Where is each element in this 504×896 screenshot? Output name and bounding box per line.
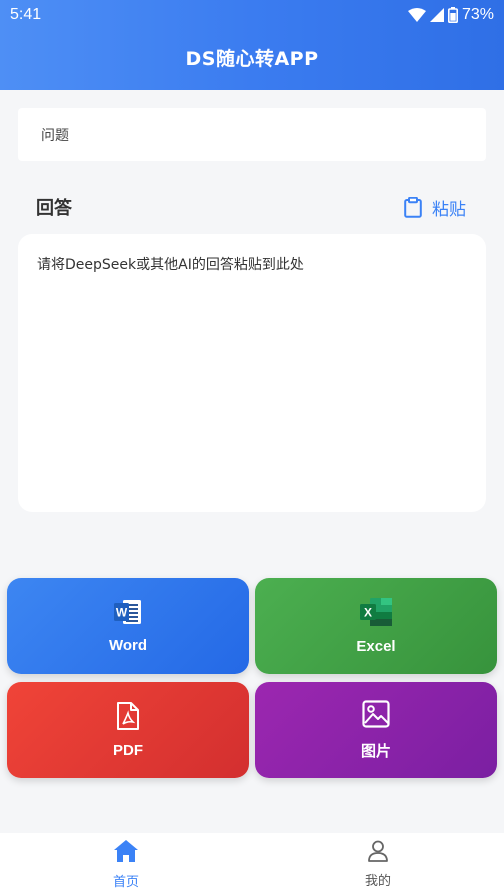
wifi-icon	[407, 8, 426, 22]
page-title: DS随心转APP	[185, 48, 319, 70]
svg-text:W: W	[116, 605, 128, 619]
app-header: 5:41 73% DS随心转APP	[0, 0, 504, 90]
nav-home[interactable]: 首页	[0, 833, 252, 896]
paste-label: 粘贴	[432, 199, 466, 220]
word-label: Word	[108, 636, 148, 654]
nav-profile[interactable]: 我的	[252, 833, 504, 896]
pdf-icon	[116, 701, 140, 734]
pdf-button[interactable]: PDF	[7, 682, 249, 778]
excel-icon: X	[360, 597, 392, 630]
image-button[interactable]: 图片	[255, 682, 497, 778]
bottom-nav: 首页 我的	[0, 833, 504, 896]
signal-icon	[429, 8, 444, 22]
answer-placeholder: 请将DeepSeek或其他AI的回答粘贴到此处	[37, 257, 304, 273]
nav-profile-label: 我的	[364, 874, 391, 889]
clipboard-icon	[404, 196, 422, 218]
battery-icon	[447, 7, 458, 23]
image-label: 图片	[360, 741, 391, 760]
home-icon	[113, 839, 139, 867]
paste-button[interactable]: 粘贴	[404, 195, 466, 220]
question-input[interactable]: 问题	[18, 108, 486, 161]
question-label: 问题	[41, 127, 69, 144]
image-icon	[362, 699, 390, 732]
svg-text:X: X	[364, 605, 372, 619]
status-time: 5:41	[10, 6, 42, 23]
word-button[interactable]: W Word	[7, 578, 249, 674]
word-icon: W	[114, 599, 142, 629]
battery-level: 73%	[461, 6, 494, 23]
answer-label: 回答	[36, 198, 72, 219]
answer-textarea[interactable]: 请将DeepSeek或其他AI的回答粘贴到此处	[18, 234, 486, 512]
excel-label: Excel	[356, 637, 396, 655]
user-icon	[367, 840, 389, 866]
pdf-label: PDF	[113, 741, 143, 759]
excel-button[interactable]: X Excel	[255, 578, 497, 674]
nav-home-label: 首页	[112, 875, 139, 890]
status-icons: 73%	[407, 6, 494, 24]
answer-header: 回答 粘贴	[36, 193, 466, 221]
status-bar: 5:41 73%	[0, 0, 504, 30]
